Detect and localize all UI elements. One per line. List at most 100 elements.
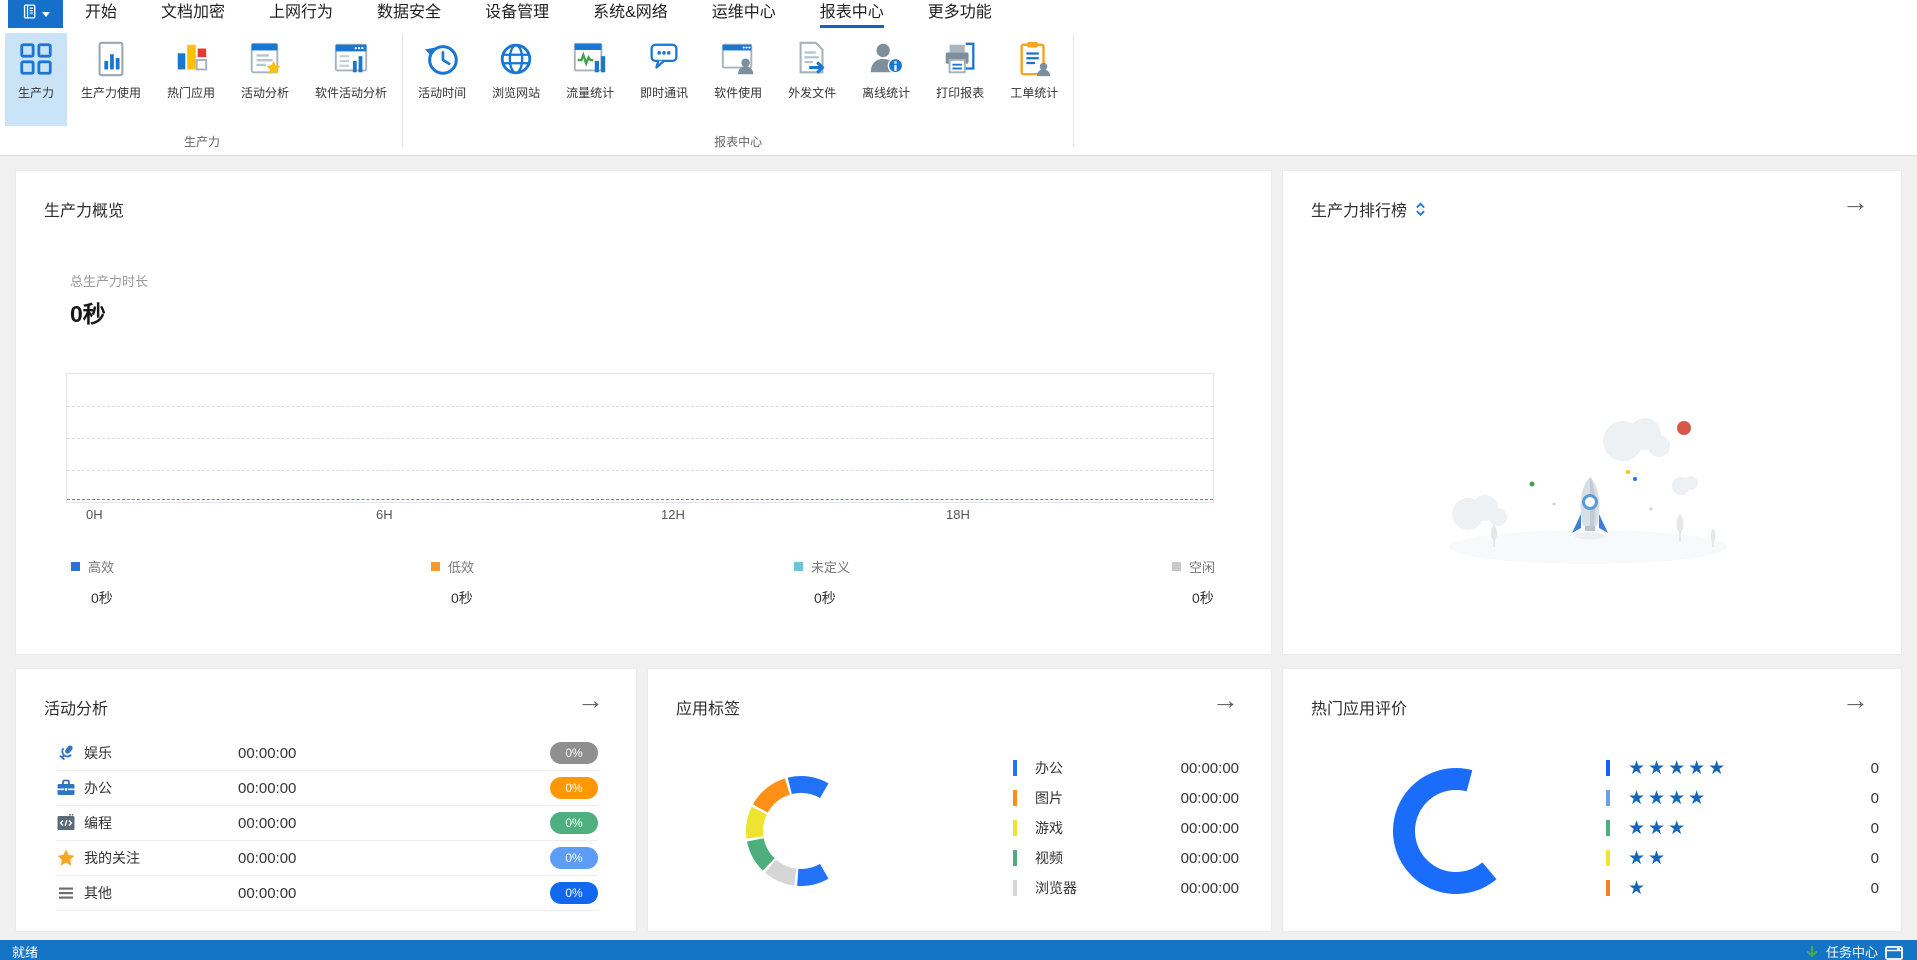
menu-tab-7[interactable]: 报表中心 [820,0,884,28]
panel-title: 生产力概览 [44,197,124,221]
activity-time: 00:00:00 [238,780,296,797]
sort-icon[interactable] [1415,202,1426,217]
total-productivity-label: 总生产力时长 [70,271,148,290]
panel-hot-app-ratings: 热门应用评价 → ★★★★★0★★★★0★★★0★★0★0 [1282,668,1902,932]
legend-value: 0秒 [91,588,114,608]
legend-color-bar [1606,880,1610,896]
open-ranking-arrow-icon[interactable]: → [1842,189,1869,216]
ribbon-item-clock-history[interactable]: 活动时间 [406,33,478,126]
ribbon-item-chat[interactable]: 即时通讯 [628,33,700,126]
doc-arrow-icon [793,40,831,78]
panel-app-tags: 应用标签 → 办公00:00:00图片00:00:00游戏00:00:00视频0… [647,668,1272,932]
window-user-icon [719,40,757,78]
menu-tab-3[interactable]: 数据安全 [377,0,441,28]
app-tags-legend: 办公00:00:00图片00:00:00游戏00:00:00视频00:00:00… [1013,753,1239,903]
activity-percent-badge: 0% [550,812,598,834]
ribbon-item-window-chart[interactable]: 软件活动分析 [303,33,399,126]
activity-row[interactable]: 编程00:00:000% [56,806,598,841]
statusbar: 就绪 任务中心 [0,940,1917,960]
printer-icon [941,40,979,78]
activity-row[interactable]: 其他00:00:000% [56,876,598,911]
ribbon-item-label: 活动分析 [241,84,289,101]
activity-time: 00:00:00 [238,745,296,762]
globe-icon [497,40,535,78]
legend-color-bar [1013,760,1017,776]
user-info-icon [867,40,905,78]
ribbon-group-0: 生产力生产力使用热门应用活动分析软件活动分析生产力 [4,28,400,155]
ribbon-item-label: 外发文件 [788,84,836,101]
ribbon-item-bars-star[interactable]: 热门应用 [155,33,227,126]
activity-label: 娱乐 [84,743,238,763]
ribbon-item-doc-chart[interactable]: 生产力使用 [69,33,153,126]
chart-x-tick: 18H [946,507,970,522]
rating-stars: ★ [1628,879,1871,898]
chart-x-tick: 0H [86,507,103,522]
ribbon-item-label: 浏览网站 [492,84,540,101]
ribbon-item-user-info[interactable]: 离线统计 [850,33,922,126]
ribbon-item-label: 生产力使用 [81,84,141,101]
open-apptags-arrow-icon[interactable]: → [1212,687,1239,714]
task-center-button[interactable]: 任务中心 [1805,940,1903,960]
app-tag-label: 游戏 [1035,818,1181,838]
app-logo-icon [22,3,39,25]
dropdown-caret-icon [42,12,50,17]
ribbon-item-label: 软件使用 [714,84,762,101]
menu-tab-0[interactable]: 开始 [85,0,117,28]
list-icon [56,883,76,903]
panel-title: 热门应用评价 [1311,695,1407,719]
ribbon-item-traffic-chart[interactable]: 流量统计 [554,33,626,126]
ribbon-group-items: 生产力生产力使用 热门应用 活动分析软件活动分析 [4,33,400,126]
ribbon-item-label: 即时通讯 [640,84,688,101]
app-menu-button[interactable] [8,0,63,28]
app-tags-donut-chart [726,756,876,906]
open-ratings-arrow-icon[interactable]: → [1842,687,1869,714]
ribbon-item-globe[interactable]: 浏览网站 [480,33,552,126]
legend-color-swatch [71,562,80,571]
app-tag-time: 00:00:00 [1181,760,1239,777]
ribbon-item-doc-arrow[interactable]: 外发文件 [776,33,848,126]
briefcase-icon [56,778,76,798]
rating-count: 0 [1871,790,1879,807]
activity-percent-badge: 0% [550,882,598,904]
activity-label: 编程 [84,813,238,833]
ribbon-item-doc-star[interactable]: 活动分析 [229,33,301,126]
grid-icon [17,40,55,78]
activity-percent-badge: 0% [550,847,598,869]
activity-row[interactable]: 办公00:00:000% [56,771,598,806]
menu-tab-2[interactable]: 上网行为 [269,0,333,28]
window-chart-icon [332,40,370,78]
status-ready-text: 就绪 [12,940,38,960]
traffic-chart-icon [571,40,609,78]
menu-tab-4[interactable]: 设备管理 [485,0,549,28]
ribbon-item-window-user[interactable]: 软件使用 [702,33,774,126]
ribbon-item-printer[interactable]: 打印报表 [924,33,996,126]
menu-tab-5[interactable]: 系统&网络 [593,0,668,28]
bars-star-icon [172,40,210,78]
app-tag-time: 00:00:00 [1181,790,1239,807]
menu-tab-6[interactable]: 运维中心 [712,0,776,28]
open-activity-arrow-icon[interactable]: → [577,687,604,714]
ribbon-item-grid[interactable]: 生产力 [5,33,67,126]
app-tag-time: 00:00:00 [1181,850,1239,867]
menu-tab-8[interactable]: 更多功能 [928,0,992,28]
ribbon-item-label: 打印报表 [936,84,984,101]
app-tag-legend-row: 浏览器00:00:00 [1013,873,1239,903]
app-tag-time: 00:00:00 [1181,880,1239,897]
overview-legend-item: 空闲0秒 [1172,557,1215,608]
activity-percent-badge: 0% [550,777,598,799]
rating-count: 0 [1871,820,1879,837]
legend-color-bar [1606,790,1610,806]
empty-state-illustration [1423,386,1753,566]
ribbon-item-clipboard-user[interactable]: 工单统计 [998,33,1070,126]
activity-row[interactable]: 我的关注00:00:000% [56,841,598,876]
ribbon-item-label: 工单统计 [1010,84,1058,101]
rating-stars: ★★ [1628,849,1871,868]
app-tag-label: 图片 [1035,788,1181,808]
menu-tab-1[interactable]: 文档加密 [161,0,225,28]
ribbon-item-label: 热门应用 [167,84,215,101]
ribbon-group-label: 生产力 [4,133,400,150]
ribbon-item-label: 活动时间 [418,84,466,101]
activity-row[interactable]: 娱乐00:00:000% [56,736,598,771]
panel-title: 应用标签 [676,695,740,719]
main-content: 生产力概览 总生产力时长 0秒 0H6H12H18H 高效0秒低效0秒未定义0秒… [0,156,1917,940]
